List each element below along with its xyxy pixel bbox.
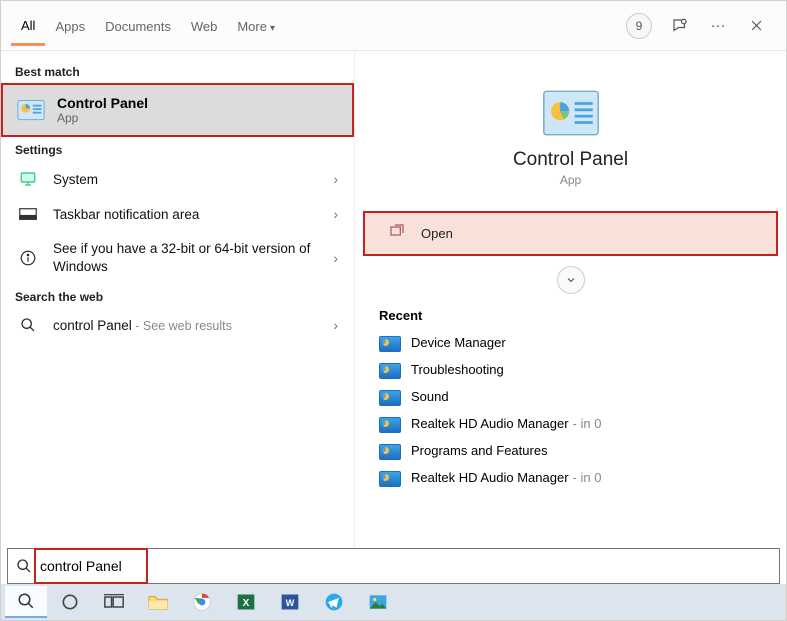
control-panel-icon-large — [542, 89, 600, 137]
recent-item[interactable]: Troubleshooting — [355, 356, 786, 383]
cp-item-icon — [379, 471, 399, 485]
taskbar-telegram[interactable] — [313, 586, 355, 618]
taskbar-excel[interactable]: X — [225, 586, 267, 618]
tab-apps[interactable]: Apps — [45, 7, 95, 44]
settings-taskbar-area[interactable]: Taskbar notification area › — [1, 197, 354, 231]
settings-system[interactable]: System › — [1, 161, 354, 197]
cp-item-icon — [379, 417, 399, 431]
tab-web[interactable]: Web — [181, 7, 228, 44]
taskbar-photos[interactable] — [357, 586, 399, 618]
taskbar-icon — [17, 207, 39, 221]
best-match-label: Best match — [1, 59, 354, 83]
results-panel: Best match Control Panel App Settings Sy… — [1, 51, 355, 620]
taskbar: X W — [1, 584, 786, 620]
taskbar-cortana[interactable] — [49, 586, 91, 618]
best-match-title: Control Panel — [57, 95, 148, 111]
close-icon[interactable] — [746, 16, 766, 36]
search-icon — [17, 317, 39, 333]
feedback-icon[interactable] — [670, 16, 690, 36]
best-match-result[interactable]: Control Panel App — [1, 83, 354, 137]
row-label: System — [53, 172, 333, 187]
recent-item[interactable]: Realtek HD Audio Manager - in 0 — [355, 464, 786, 491]
tab-all[interactable]: All — [11, 6, 45, 46]
open-action[interactable]: Open — [363, 211, 778, 256]
preview-panel: Control Panel App Open Recent Device Man… — [355, 51, 786, 620]
web-result[interactable]: control Panel - See web results › — [1, 308, 354, 342]
search-icon — [16, 558, 32, 574]
row-label: control Panel - See web results — [53, 318, 333, 333]
search-tabs: All Apps Documents Web More▾ 9 ··· — [1, 1, 786, 51]
chevron-right-icon: › — [333, 317, 338, 333]
open-label: Open — [421, 226, 453, 241]
recent-item-label: Troubleshooting — [411, 362, 504, 377]
open-icon — [389, 223, 407, 244]
more-options-icon[interactable]: ··· — [708, 16, 728, 36]
web-label: Search the web — [1, 284, 354, 308]
taskbar-word[interactable]: W — [269, 586, 311, 618]
tab-documents[interactable]: Documents — [95, 7, 181, 44]
preview-sub: App — [355, 173, 786, 187]
taskbar-search[interactable] — [5, 586, 47, 618]
recent-item[interactable]: Programs and Features — [355, 437, 786, 464]
recent-item-label: Realtek HD Audio Manager — [411, 416, 569, 431]
recent-item[interactable]: Realtek HD Audio Manager - in 0 — [355, 410, 786, 437]
recent-item-suffix: - in 0 — [573, 416, 602, 431]
best-match-sub: App — [57, 111, 148, 125]
taskbar-explorer[interactable] — [137, 586, 179, 618]
recent-item-label: Device Manager — [411, 335, 506, 350]
monitor-icon — [17, 170, 39, 188]
info-icon — [17, 249, 39, 267]
search-input[interactable] — [40, 558, 771, 574]
recent-label: Recent — [355, 294, 786, 329]
cp-item-icon — [379, 390, 399, 404]
expand-button[interactable] — [557, 266, 585, 294]
chevron-right-icon: › — [333, 171, 338, 187]
svg-text:W: W — [286, 598, 295, 608]
preview-title: Control Panel — [355, 149, 786, 171]
recent-item-suffix: - in 0 — [573, 470, 602, 485]
row-label: See if you have a 32-bit or 64-bit versi… — [53, 240, 333, 275]
search-box[interactable] — [7, 548, 780, 584]
recent-item-label: Programs and Features — [411, 443, 548, 458]
chevron-right-icon: › — [333, 250, 338, 266]
control-panel-icon — [17, 96, 45, 124]
settings-label: Settings — [1, 137, 354, 161]
recent-item-label: Realtek HD Audio Manager — [411, 470, 569, 485]
recent-item[interactable]: Sound — [355, 383, 786, 410]
notification-badge[interactable]: 9 — [626, 13, 652, 39]
recent-item-label: Sound — [411, 389, 449, 404]
chevron-down-icon: ▾ — [270, 23, 275, 34]
tab-more[interactable]: More▾ — [227, 7, 285, 44]
cp-item-icon — [379, 444, 399, 458]
taskbar-taskview[interactable] — [93, 586, 135, 618]
cp-item-icon — [379, 336, 399, 350]
recent-item[interactable]: Device Manager — [355, 329, 786, 356]
cp-item-icon — [379, 363, 399, 377]
svg-text:X: X — [243, 598, 250, 609]
row-label: Taskbar notification area — [53, 207, 333, 222]
chevron-right-icon: › — [333, 206, 338, 222]
settings-bit-version[interactable]: See if you have a 32-bit or 64-bit versi… — [1, 231, 354, 284]
taskbar-chrome[interactable] — [181, 586, 223, 618]
